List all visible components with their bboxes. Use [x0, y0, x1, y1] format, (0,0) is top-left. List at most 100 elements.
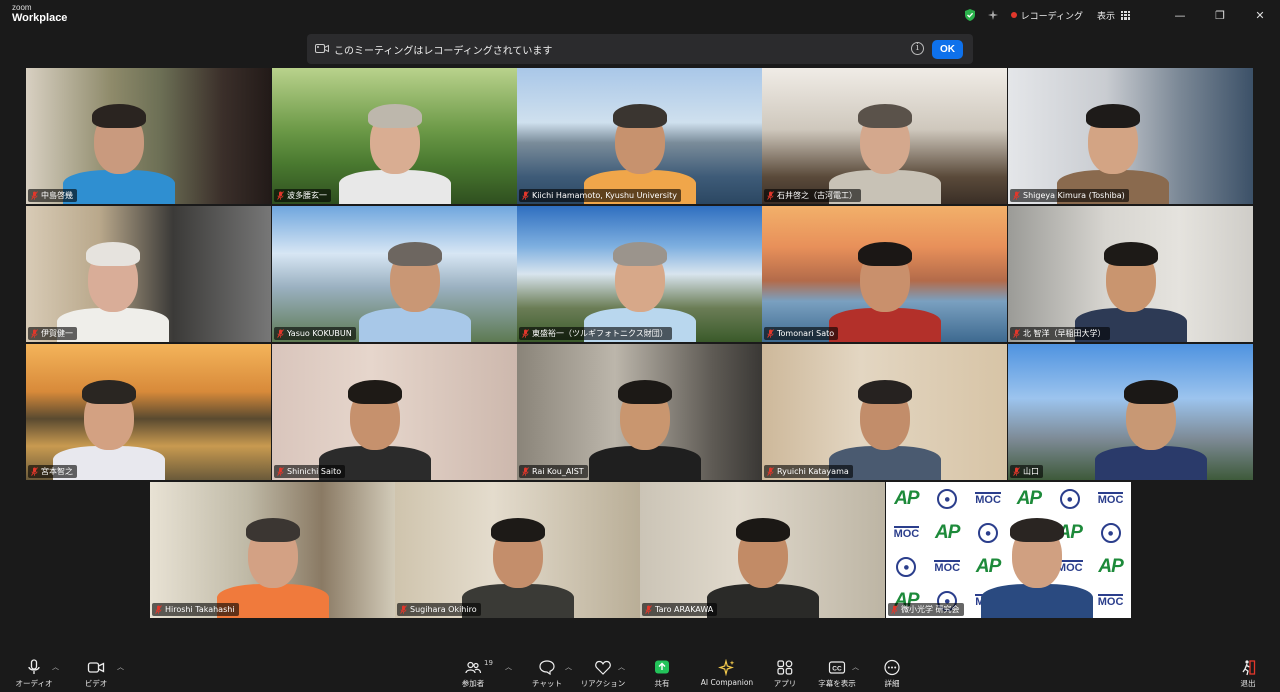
- participant-video-tile[interactable]: Tomonari Sato: [762, 206, 1007, 342]
- ai-sparkle-icon[interactable]: [987, 9, 999, 21]
- participants-options-chevron-icon[interactable]: ︿: [505, 662, 512, 672]
- participant-video-tile[interactable]: Rai Kou_AIST: [517, 344, 762, 480]
- participant-video-tile[interactable]: 中島啓幾: [26, 68, 271, 204]
- participant-name: Sugihara Okihiro: [410, 605, 477, 614]
- participant-name-label: 波多腰玄一: [274, 189, 331, 202]
- participant-name-label: Shinichi Saito: [274, 465, 346, 478]
- shield-check-icon[interactable]: [963, 8, 977, 22]
- leave-button[interactable]: 退出: [1234, 652, 1262, 692]
- participant-name: Yasuo KOKUBUN: [287, 329, 352, 338]
- captions-options-chevron-icon[interactable]: ︿: [852, 662, 859, 672]
- participant-video-tile[interactable]: Hiroshi Takahashi: [150, 482, 395, 618]
- participant-name: Tomonari Sato: [777, 329, 835, 338]
- more-dots-icon: [884, 659, 900, 676]
- participant-video: [825, 360, 945, 480]
- participant-video-tile[interactable]: Kiichi Hamamoto, Kyushu University: [517, 68, 762, 204]
- participant-video: [53, 222, 173, 342]
- ok-button[interactable]: OK: [932, 40, 963, 59]
- participant-video: [355, 222, 475, 342]
- participant-name: 宮本智之: [41, 467, 73, 476]
- participant-name-label: 石井啓之（古河電工）: [764, 189, 861, 202]
- chat-button[interactable]: チャット: [528, 652, 566, 692]
- more-button[interactable]: 詳細: [878, 652, 906, 692]
- share-screen-icon: [655, 660, 669, 674]
- participant-name-label: 宮本智之: [28, 465, 77, 478]
- participant-name-label: Ryuichi Katayama: [764, 465, 853, 478]
- ap-logo-icon: AP: [894, 488, 919, 509]
- view-button[interactable]: 表示: [1097, 9, 1130, 22]
- participant-video-tile[interactable]: AP●MOCAP●MOCMOCAP●MOCAP●●MOCAP●MOCAPAP●M…: [886, 482, 1131, 618]
- closed-captions-icon: CC: [828, 661, 846, 674]
- ap-logo-icon: AP: [1098, 556, 1123, 577]
- participant-video-tile[interactable]: Yasuo KOKUBUN: [272, 206, 517, 342]
- microphone-muted-icon: [31, 191, 38, 200]
- participant-name-label: Sugihara Okihiro: [397, 603, 481, 616]
- participant-name-label: Kiichi Hamamoto, Kyushu University: [519, 189, 682, 202]
- close-button[interactable]: ✕: [1240, 0, 1280, 30]
- microphone-muted-icon: [31, 467, 38, 476]
- participant-video-tile[interactable]: 伊賀健一: [26, 206, 271, 342]
- meeting-toolbar: オーディオ ︿ ビデオ ︿ 参加者 19 ︿ チャット ︿ リアクション ︿ 共…: [0, 652, 1280, 692]
- audio-button[interactable]: オーディオ: [14, 652, 54, 692]
- participant-video-tile[interactable]: Ryuichi Katayama: [762, 344, 1007, 480]
- participant-name-label: Taro ARAKAWA: [642, 603, 718, 616]
- participants-label: 参加者: [461, 679, 485, 688]
- apps-button[interactable]: アプリ: [771, 652, 799, 692]
- ai-companion-button[interactable]: AI Companion: [700, 652, 754, 692]
- participant-name-label: 山口: [1010, 465, 1043, 478]
- participant-video-tile[interactable]: Shinichi Saito: [272, 344, 517, 480]
- participant-video-tile[interactable]: Shigeya Kimura (Toshiba): [1008, 68, 1253, 204]
- participant-video-tile[interactable]: Sugihara Okihiro: [395, 482, 640, 618]
- chat-options-chevron-icon[interactable]: ︿: [565, 662, 572, 672]
- participant-video: [49, 360, 169, 480]
- microphone-muted-icon: [767, 467, 774, 476]
- participant-name: 波多腰玄一: [287, 191, 327, 200]
- audio-options-chevron-icon[interactable]: ︿: [52, 662, 59, 672]
- recording-indicator[interactable]: レコーディング: [1010, 9, 1083, 22]
- participant-name: 中島啓幾: [41, 191, 73, 200]
- moc-logo-icon: MOC: [1097, 593, 1124, 608]
- participant-name-label: 東盛裕一（ツルギフォトニクス財団）: [519, 327, 672, 340]
- participant-name: Hiroshi Takahashi: [165, 605, 235, 614]
- microphone-muted-icon: [522, 191, 529, 200]
- participant-video-tile[interactable]: Taro ARAKAWA: [640, 482, 885, 618]
- ap-logo-icon: AP: [935, 522, 960, 543]
- video-options-chevron-icon[interactable]: ︿: [117, 662, 124, 672]
- participant-video: [580, 84, 700, 204]
- participant-video-tile[interactable]: 北 智洋（早稲田大学）: [1008, 206, 1253, 342]
- participant-video: [580, 222, 700, 342]
- participants-count: 19: [484, 659, 493, 667]
- video-button[interactable]: ビデオ: [78, 652, 114, 692]
- participant-name: 北 智洋（早稲田大学）: [1023, 329, 1106, 338]
- participant-video-tile[interactable]: 東盛裕一（ツルギフォトニクス財団）: [517, 206, 762, 342]
- apps-label: アプリ: [773, 679, 797, 688]
- recording-camera-icon: [315, 44, 329, 53]
- participant-video-tile[interactable]: 波多腰玄一: [272, 68, 517, 204]
- participant-video-tile[interactable]: 山口: [1008, 344, 1253, 480]
- minimize-button[interactable]: —: [1160, 0, 1200, 30]
- chat-label: チャット: [532, 679, 562, 688]
- participant-video: [213, 498, 333, 618]
- moc-logo-icon: MOC: [1097, 491, 1124, 506]
- participant-video: [825, 222, 945, 342]
- reactions-options-chevron-icon[interactable]: ︿: [618, 662, 625, 672]
- share-button[interactable]: 共有: [646, 652, 678, 692]
- svg-text:CC: CC: [832, 665, 842, 672]
- participant-video-tile[interactable]: 宮本智之: [26, 344, 271, 480]
- microphone-icon: [28, 659, 40, 674]
- maximize-button[interactable]: ❐: [1200, 0, 1240, 30]
- captions-button[interactable]: CC 字幕を表示: [815, 652, 859, 692]
- participant-video-tile[interactable]: 石井啓之（古河電工）: [762, 68, 1007, 204]
- reactions-button[interactable]: リアクション: [580, 652, 626, 692]
- participant-video: [703, 498, 823, 618]
- participant-name: Taro ARAKAWA: [655, 605, 714, 614]
- participant-video: [585, 360, 705, 480]
- microphone-muted-icon: [891, 605, 898, 614]
- microphone-muted-icon: [31, 329, 38, 338]
- participant-video: [1053, 84, 1173, 204]
- microphone-muted-icon: [1013, 191, 1020, 200]
- seal-logo-icon: ●: [1100, 523, 1121, 543]
- info-icon[interactable]: i: [911, 42, 924, 55]
- participant-video: [825, 84, 945, 204]
- participants-button[interactable]: 参加者: [452, 652, 494, 692]
